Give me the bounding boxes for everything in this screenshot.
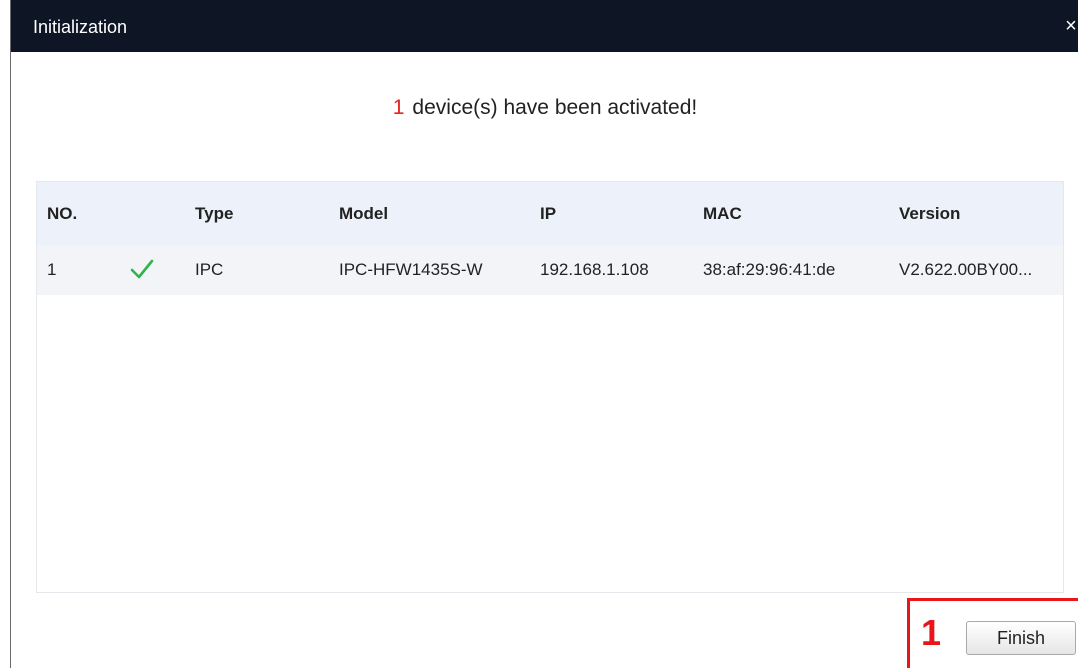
cell-model: IPC-HFW1435S-W: [339, 260, 483, 279]
finish-button[interactable]: Finish: [966, 621, 1076, 655]
activated-count: 1: [392, 96, 405, 119]
column-header-mac[interactable]: MAC: [703, 204, 742, 224]
dialog-title: Initialization: [33, 17, 128, 37]
device-table: NO. Type Model IP MAC Version 1 IPC IPC-…: [36, 181, 1064, 593]
activation-message: 1 device(s) have been activated!: [11, 94, 1078, 122]
column-header-no[interactable]: NO.: [47, 204, 77, 224]
column-header-type[interactable]: Type: [195, 204, 233, 224]
cell-version: V2.622.00BY00...: [899, 260, 1033, 279]
title-bar: Initialization ×: [11, 0, 1078, 52]
cell-mac: 38:af:29:96:41:de: [703, 260, 836, 279]
cell-type: IPC: [195, 260, 224, 279]
table-header: NO. Type Model IP MAC Version: [37, 182, 1063, 245]
activation-message-text: device(s) have been activated!: [412, 96, 698, 119]
column-header-version[interactable]: Version: [899, 204, 960, 224]
column-header-model[interactable]: Model: [339, 204, 388, 224]
initialization-dialog: Initialization × 1 device(s) have been ac…: [10, 0, 1078, 668]
step-number: 1: [921, 612, 942, 653]
finish-highlight-frame: 1 Finish: [907, 598, 1078, 668]
check-icon: [130, 259, 154, 279]
close-icon[interactable]: ×: [1061, 14, 1078, 38]
column-header-ip[interactable]: IP: [540, 204, 556, 224]
cell-ip: 192.168.1.108: [540, 260, 649, 279]
table-row[interactable]: 1 IPC IPC-HFW1435S-W 192.168.1.108 38:af…: [37, 245, 1063, 295]
cell-no: 1: [47, 260, 57, 279]
